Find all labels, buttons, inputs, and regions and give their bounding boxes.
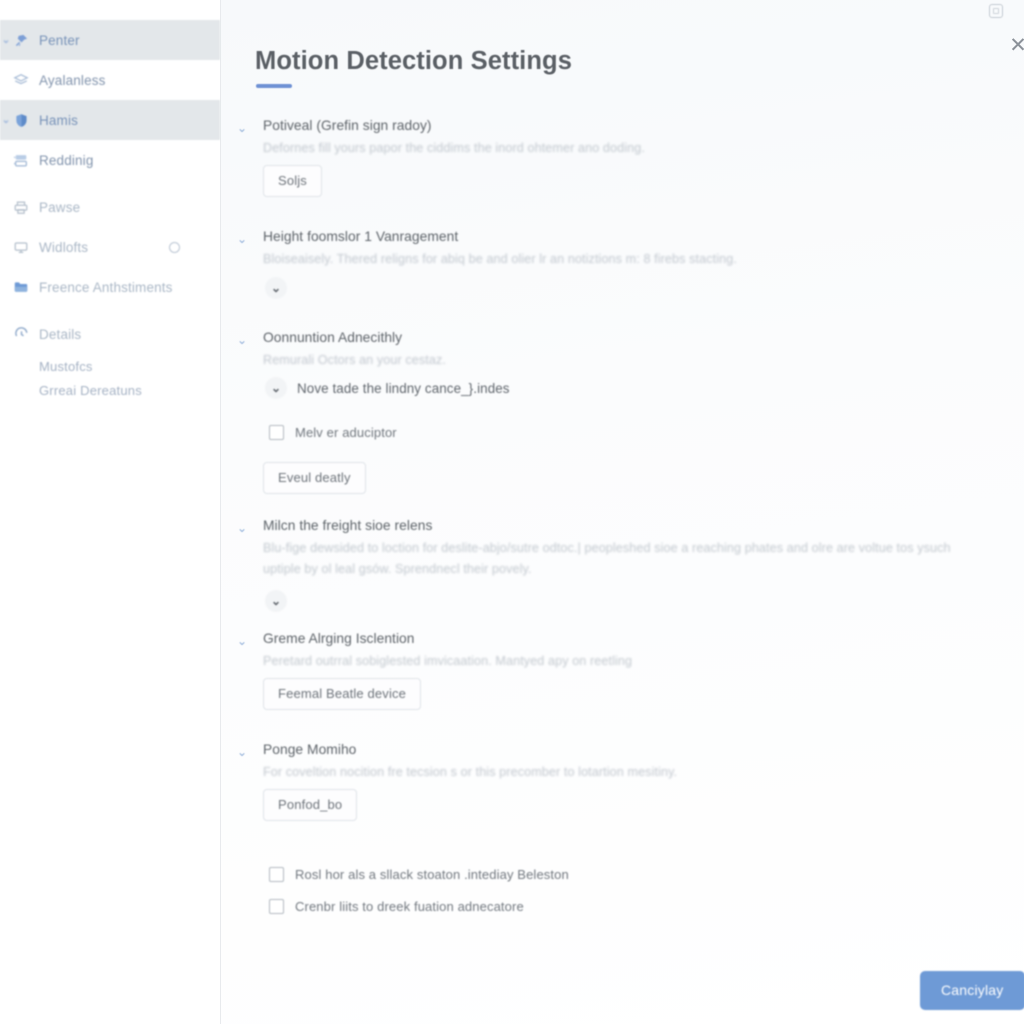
sidebar-item-label: Pawse <box>39 199 81 215</box>
page-title: Motion Detection Settings <box>255 47 572 75</box>
checkbox-unchecked-icon[interactable] <box>269 899 284 914</box>
chevron-down-icon: ⌄ <box>1 113 11 126</box>
circle-toggle-icon[interactable] <box>169 241 180 253</box>
sidebar-item-penter[interactable]: ⌄ Penter <box>0 20 220 60</box>
section-description: Remurali Octors an your cestaz. <box>263 353 446 367</box>
checkbox-unchecked-icon[interactable] <box>269 425 284 440</box>
sidebar-item-hamis[interactable]: ⌄ Hamis <box>0 100 220 140</box>
sidebar-item-label: Ayalanless <box>39 72 106 88</box>
checkbox-label: Melv er aduciptor <box>295 425 397 440</box>
checkbox-label: Rosl hor als a sllack stoaton .intediay … <box>295 867 569 882</box>
sidebar-subitem-grreai-dereatuns[interactable]: Grreai Dereatuns <box>0 378 220 402</box>
sidebar-item-label: Freence Anthstiments <box>39 279 173 295</box>
chevron-down-icon[interactable]: ⌄ <box>235 745 249 759</box>
section-checkbox-row[interactable]: Melv er aduciptor <box>269 425 397 440</box>
section-title: Potiveal (Grefin sign radoy) <box>263 118 432 133</box>
sidebar-item-details[interactable]: Details <box>0 314 220 354</box>
title-underline <box>256 84 292 88</box>
shield-icon <box>12 112 30 128</box>
section-description: Peretard outrral sobiglested imvicaation… <box>263 654 633 668</box>
section-title: Milcn the freight sioe relens <box>263 518 433 533</box>
section-description: Bloiseaisely. Thered religns for abiq be… <box>263 252 737 266</box>
section-action-button[interactable]: Eveul deatly <box>263 462 366 494</box>
chevron-down-icon: ⌄ <box>1 33 11 46</box>
section-dropdown-label: Nove tade the lindny cance_}.indes <box>297 380 510 396</box>
checkbox-label: Crenbr liits to dreek fuation adnecatore <box>295 899 524 914</box>
sidebar-divider-gap <box>0 180 220 187</box>
sidebar-item-label: Hamis <box>39 112 79 128</box>
section-title: Oonnuntion Adnecithly <box>263 330 403 345</box>
settings-sections: ⌄ Potiveal (Grefin sign radoy) Defornes … <box>221 118 1024 1024</box>
pin-icon <box>12 32 30 48</box>
sidebar-item-label: Penter <box>39 32 80 48</box>
sidebar: ⌄ Penter Ayalanless ⌄ Hamis Reddinig Paw… <box>0 0 221 1024</box>
section-description: For coveltion nocition fre tecsion s or … <box>263 765 678 779</box>
sidebar-item-widlofts[interactable]: Widlofts <box>0 227 220 267</box>
section-description: Blu-fige dewsided to loction for deslite… <box>263 541 951 576</box>
section-action-button[interactable]: Feemal Beatle device <box>263 678 422 710</box>
primary-action-button[interactable]: Canciуlay <box>920 971 1024 1010</box>
chevron-down-icon[interactable]: ⌄ <box>235 634 249 648</box>
chevron-down-icon[interactable]: ⌄ <box>235 232 249 246</box>
section-dropdown-row[interactable]: ⌄ Nove tade the lindny cance_}.indes <box>265 377 510 399</box>
settings-window: ⌄ Penter Ayalanless ⌄ Hamis Reddinig Paw… <box>0 0 1024 1024</box>
checkbox-unchecked-icon[interactable] <box>269 867 284 882</box>
printer-icon <box>12 199 30 215</box>
chevron-down-icon[interactable]: ⌄ <box>265 277 287 299</box>
chevron-down-icon[interactable]: ⌄ <box>235 521 249 535</box>
bottom-checkbox-row-2[interactable]: Crenbr liits to dreek fuation adnecatore <box>269 899 524 914</box>
chevron-down-icon[interactable]: ⌄ <box>235 121 249 135</box>
section-action-button[interactable]: Soljs <box>263 165 322 197</box>
chevron-down-icon[interactable]: ⌄ <box>265 590 287 612</box>
sidebar-item-freence-anthstiments[interactable]: Freence Anthstiments <box>0 267 220 307</box>
bottom-checkbox-row-1[interactable]: Rosl hor als a sllack stoaton .intediay … <box>269 867 569 882</box>
clock-icon <box>12 326 30 342</box>
folder-icon <box>12 279 30 295</box>
section-title: Height foomslor 1 Vanragement <box>263 229 459 244</box>
layers-icon <box>12 72 30 88</box>
sidebar-item-label: Details <box>39 326 82 342</box>
section-title: Ponge Momiho <box>263 742 357 757</box>
sidebar-item-pawse[interactable]: Pawse <box>0 187 220 227</box>
chevron-down-icon: ⌄ <box>265 377 287 399</box>
monitor-icon <box>12 239 30 255</box>
sidebar-subitem-mustofcs[interactable]: Mustofcs <box>0 354 220 378</box>
section-action-button[interactable]: Ponfod_bo <box>263 789 358 821</box>
sidebar-item-ayalanless[interactable]: Ayalanless <box>0 60 220 100</box>
sidebar-item-label: Reddinig <box>39 152 94 168</box>
sidebar-item-label: Widlofts <box>39 239 89 255</box>
sidebar-item-reddinig[interactable]: Reddinig <box>0 140 220 180</box>
stack-icon <box>12 152 30 168</box>
main-panel: ✕ Motion Detection Settings ⌄ Potiveal (… <box>221 0 1024 1024</box>
window-square-icon[interactable] <box>989 4 1003 18</box>
close-x-icon[interactable]: ✕ <box>1007 35 1024 57</box>
section-title: Greme Alrging Isclention <box>263 631 415 646</box>
sidebar-divider-gap-2 <box>0 307 220 314</box>
chevron-down-icon[interactable]: ⌄ <box>235 333 249 347</box>
section-description: Defornes fill yours papor the ciddims th… <box>263 141 645 155</box>
